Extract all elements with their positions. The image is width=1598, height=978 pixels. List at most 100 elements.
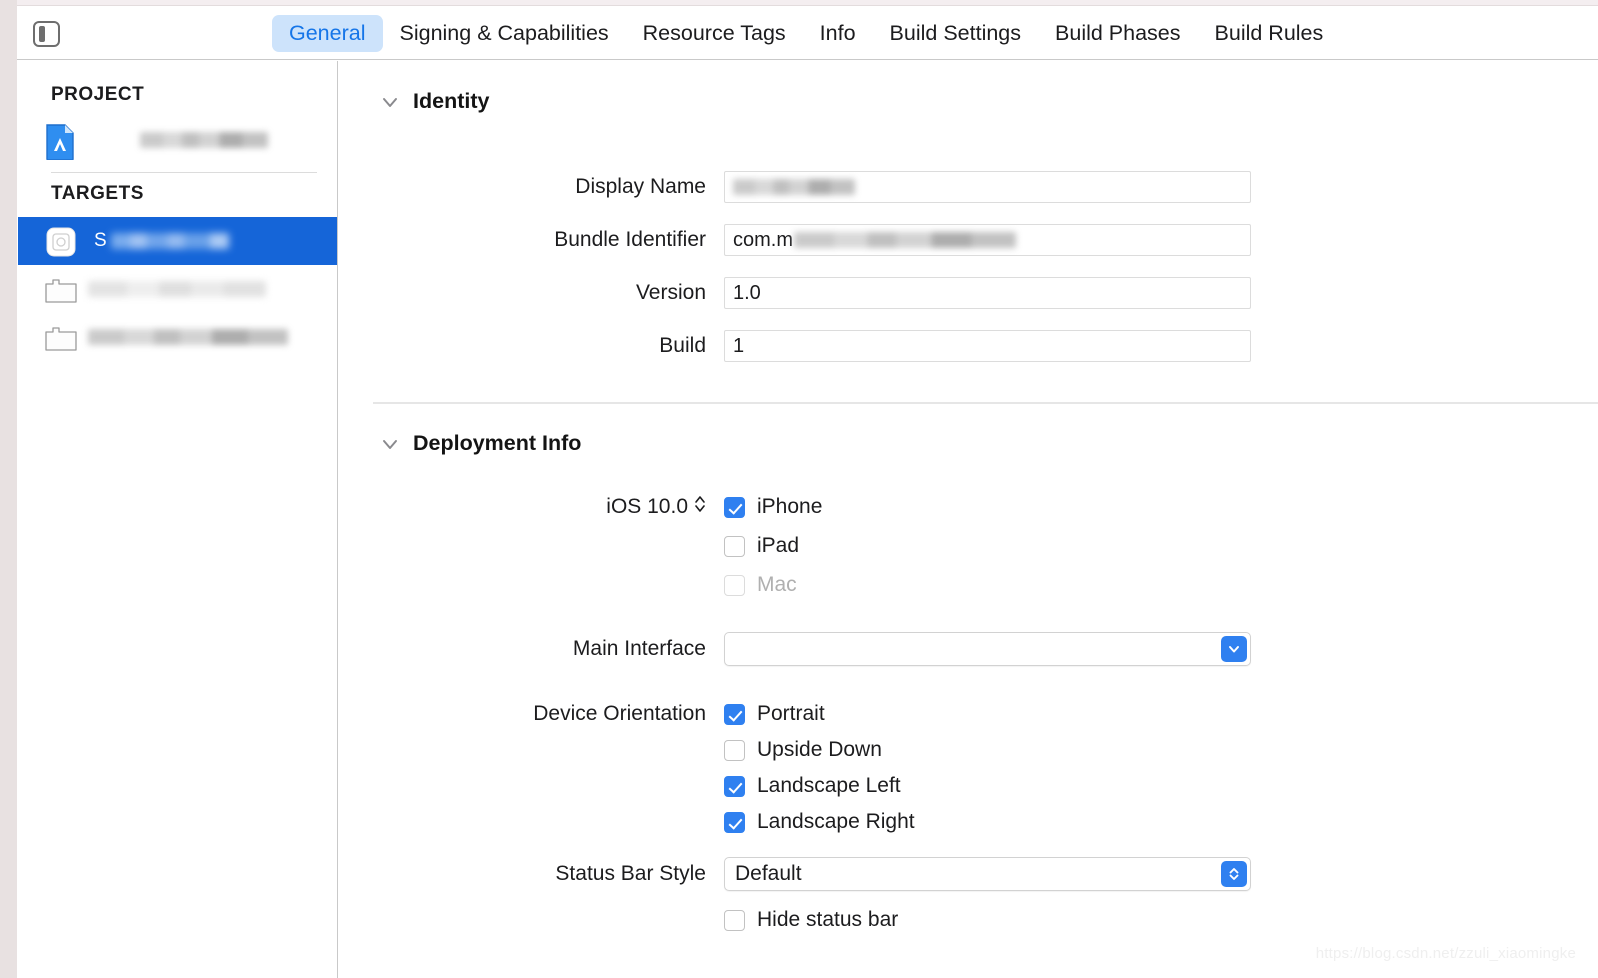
display-name-value-redacted [733, 179, 855, 195]
main-interface-select[interactable] [724, 632, 1251, 666]
extension-icon [45, 325, 77, 351]
up-down-chevron-icon[interactable] [694, 494, 706, 520]
project-section-heading: PROJECT [51, 84, 145, 105]
tab-build-settings[interactable]: Build Settings [873, 15, 1038, 52]
tab-list: General Signing & Capabilities Resource … [272, 6, 1340, 60]
orientation-landscape-right-row: Landscape Right [724, 803, 915, 841]
orientation-checkbox-landscape-left[interactable]: Landscape Left [724, 767, 901, 805]
bundle-identifier-row: Bundle Identifier com.m [339, 224, 1251, 256]
device-checkbox-ipad[interactable]: iPad [724, 527, 799, 565]
checkbox-iphone-label: iPhone [757, 495, 823, 518]
hide-status-bar-checkbox-row[interactable]: Hide status bar [724, 901, 898, 939]
checkbox-mac-label: Mac [757, 573, 797, 596]
up-down-chevron-icon[interactable] [1221, 861, 1247, 887]
project-name-redacted [140, 132, 268, 148]
main-interface-label: Main Interface [572, 637, 706, 660]
target-app-name: S [94, 230, 107, 251]
checkbox-landscape-left-label: Landscape Left [757, 774, 901, 797]
version-row: Version 1.0 [339, 277, 1251, 309]
checkbox-landscape-right-label: Landscape Right [757, 810, 915, 833]
build-label: Build [659, 334, 706, 357]
status-bar-style-value: Default [735, 862, 802, 885]
orientation-checkbox-portrait[interactable]: Portrait [724, 695, 825, 733]
device-orientation-row: Device Orientation Portrait [339, 695, 825, 733]
chevron-down-icon[interactable] [1221, 636, 1247, 662]
device-checkbox-iphone[interactable]: iPhone [724, 488, 822, 526]
chevron-down-icon[interactable] [379, 433, 401, 455]
tab-build-rules[interactable]: Build Rules [1198, 15, 1341, 52]
checkbox-hide-status-bar-label: Hide status bar [757, 908, 899, 931]
targets-section-heading: TARGETS [51, 183, 144, 204]
sidebar-item-target-extension-2[interactable] [18, 313, 337, 361]
tab-build-phases[interactable]: Build Phases [1038, 15, 1198, 52]
status-bar-style-row: Status Bar Style Default [339, 857, 1251, 891]
device-mac-row: Mac [724, 566, 797, 604]
main-interface-row: Main Interface [339, 632, 1251, 666]
bundle-identifier-value-redacted [794, 232, 1016, 248]
checkbox-ipad[interactable] [724, 535, 745, 557]
extension-icon [45, 277, 77, 303]
project-targets-sidebar: PROJECT TARGETS S [18, 61, 338, 978]
app-icon [46, 227, 76, 257]
bundle-identifier-value: com.m [733, 228, 793, 251]
xcode-project-icon [45, 124, 75, 161]
orientation-landscape-left-row: Landscape Left [724, 767, 901, 805]
deployment-target-text: iOS 10.0 [606, 495, 688, 518]
checkbox-upside-down[interactable] [724, 739, 745, 761]
xcode-project-editor: General Signing & Capabilities Resource … [0, 0, 1598, 978]
sidebar-item-project[interactable] [18, 116, 337, 164]
device-checkbox-mac: Mac [724, 566, 797, 604]
checkbox-upside-down-label: Upside Down [757, 738, 882, 761]
build-input[interactable]: 1 [724, 330, 1251, 362]
sidebar-toggle-bar [39, 26, 45, 42]
tab-info[interactable]: Info [803, 15, 873, 52]
window-left-edge [0, 0, 17, 978]
section-divider [373, 402, 1598, 404]
orientation-upside-down-row: Upside Down [724, 731, 882, 769]
general-settings-pane: Identity Display Name Bundle Identifier … [339, 61, 1598, 978]
checkbox-portrait[interactable] [724, 703, 745, 725]
checkbox-landscape-right[interactable] [724, 811, 745, 833]
chevron-down-icon[interactable] [379, 91, 401, 113]
device-checkbox-group: iPhone [724, 488, 822, 526]
target-extension-1-name-redacted [88, 281, 266, 297]
display-name-input[interactable] [724, 171, 1251, 203]
device-orientation-label: Device Orientation [533, 702, 706, 725]
identity-section-header[interactable]: Identity [379, 89, 1598, 114]
device-ipad-row: iPad [724, 527, 799, 565]
tab-resource-tags[interactable]: Resource Tags [626, 15, 803, 52]
identity-title: Identity [413, 89, 490, 113]
checkbox-landscape-left[interactable] [724, 775, 745, 797]
tab-general[interactable]: General [272, 14, 383, 52]
display-name-label: Display Name [575, 175, 706, 198]
sidebar-item-target-extension-1[interactable] [18, 265, 337, 313]
checkbox-hide-status-bar[interactable] [724, 909, 745, 931]
orientation-checkbox-upside-down[interactable]: Upside Down [724, 731, 882, 769]
status-bar-style-select[interactable]: Default [724, 857, 1251, 891]
sidebar-toggle-icon[interactable] [33, 21, 60, 47]
deployment-target-label: iOS 10.0 [339, 494, 724, 520]
status-bar-style-label: Status Bar Style [555, 862, 706, 885]
bundle-identifier-input[interactable]: com.m [724, 224, 1251, 256]
checkbox-portrait-label: Portrait [757, 702, 825, 725]
target-app-name-redacted [110, 233, 229, 249]
checkbox-mac [724, 574, 745, 596]
watermark: https://blog.csdn.net/zzuli_xiaomingke [1315, 945, 1576, 962]
display-name-row: Display Name [339, 171, 1251, 203]
build-row: Build 1 [339, 330, 1251, 362]
editor-tab-bar: General Signing & Capabilities Resource … [17, 6, 1598, 60]
sidebar-item-target-app[interactable]: S [18, 217, 337, 265]
hide-status-bar-row: Hide status bar [724, 901, 898, 939]
bundle-identifier-label: Bundle Identifier [554, 228, 706, 251]
tab-signing-capabilities[interactable]: Signing & Capabilities [383, 15, 626, 52]
deployment-target-row: iOS 10.0 iPhone [339, 488, 822, 526]
deployment-target-value[interactable]: iOS 10.0 [606, 494, 706, 520]
checkbox-iphone[interactable] [724, 496, 745, 518]
orientation-checkbox-landscape-right[interactable]: Landscape Right [724, 803, 915, 841]
version-input[interactable]: 1.0 [724, 277, 1251, 309]
deployment-info-section-header[interactable]: Deployment Info [379, 431, 581, 456]
deployment-info-title: Deployment Info [413, 431, 582, 455]
target-extension-2-name-redacted [88, 329, 288, 345]
version-label: Version [635, 281, 706, 304]
checkbox-ipad-label: iPad [757, 534, 800, 557]
